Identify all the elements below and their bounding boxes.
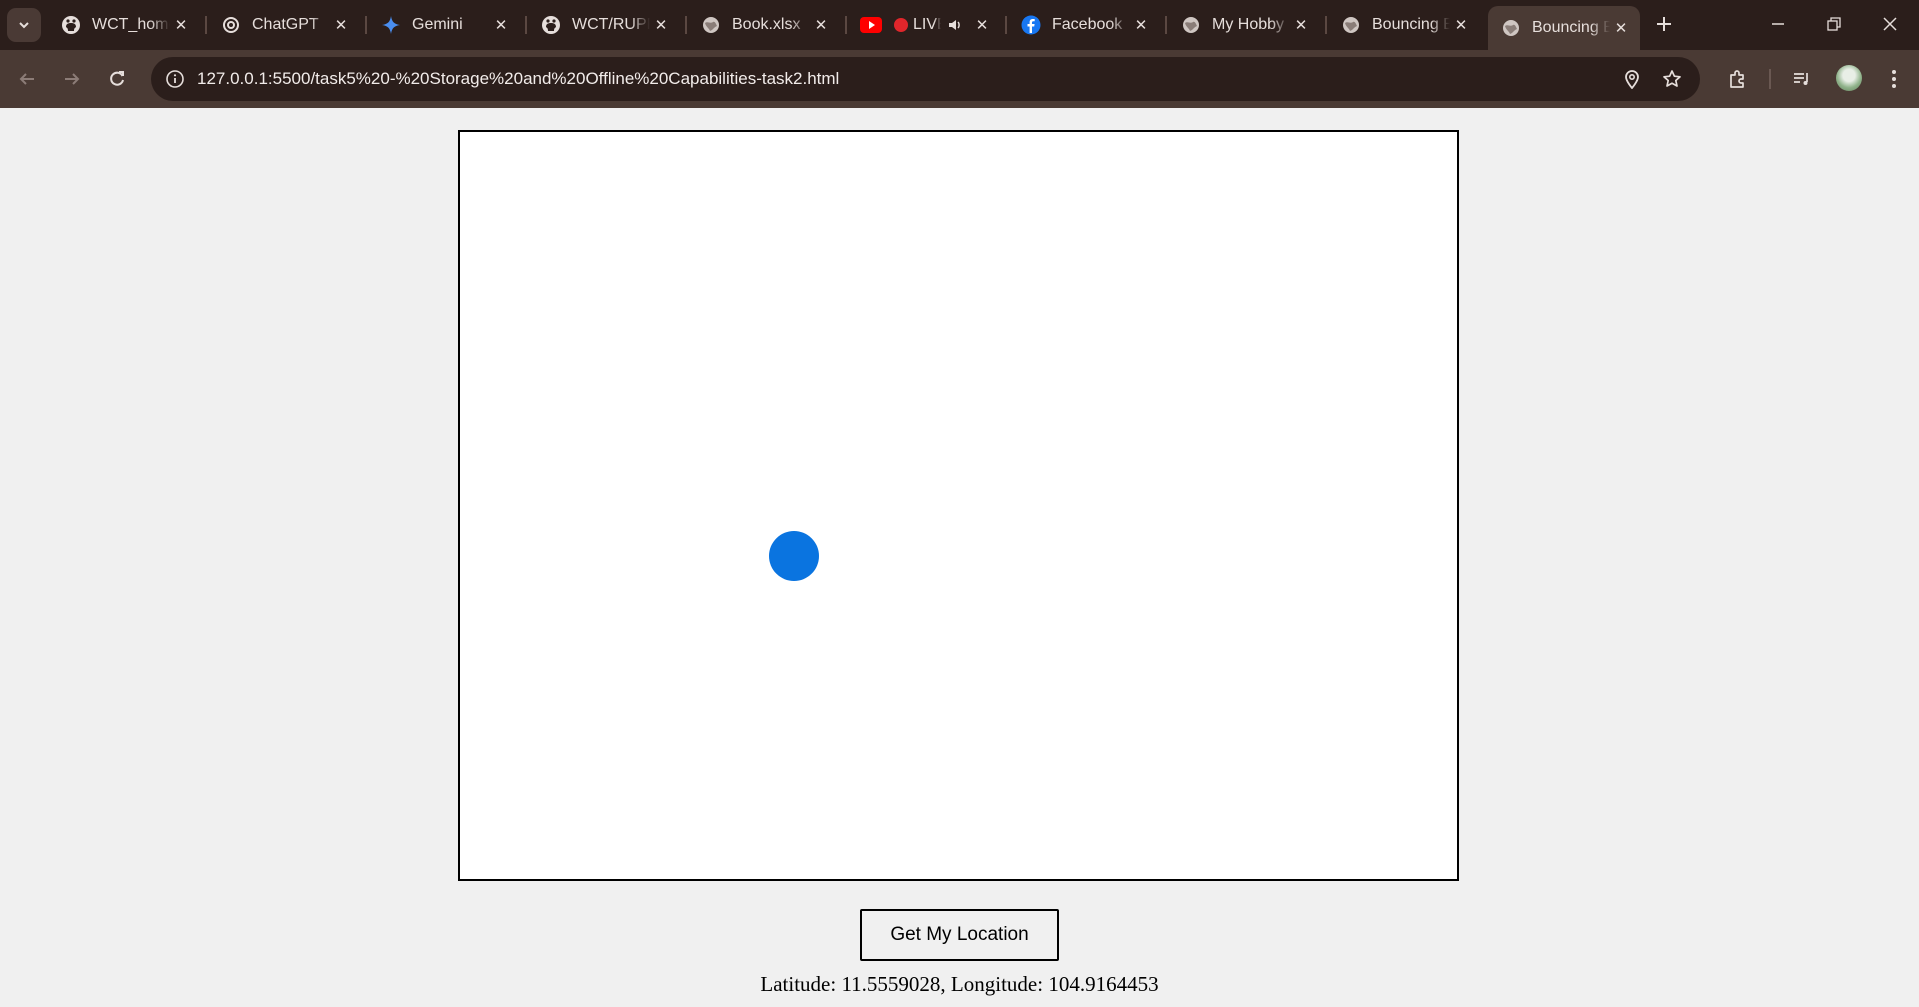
new-tab-button[interactable]	[1649, 9, 1679, 39]
close-icon[interactable]: ✕	[490, 14, 512, 36]
tab-facebook[interactable]: Facebook ✕	[1008, 6, 1160, 44]
chatgpt-icon	[220, 14, 242, 36]
tab-title: ChatGPT	[252, 16, 319, 33]
minimize-icon	[1772, 23, 1784, 25]
forward-button[interactable]	[55, 62, 89, 96]
browser-toolbar: 127.0.0.1:5500/task5%20-%20Storage%20and…	[0, 50, 1919, 108]
bookmark-star-icon[interactable]	[1656, 63, 1688, 95]
window-close-button[interactable]	[1862, 0, 1918, 48]
url-text[interactable]: 127.0.0.1:5500/task5%20-%20Storage%20and…	[197, 57, 839, 101]
location-pin-icon[interactable]	[1616, 63, 1648, 95]
recording-dot-icon	[894, 18, 908, 32]
extensions-icon[interactable]	[1720, 62, 1754, 96]
address-bar[interactable]: 127.0.0.1:5500/task5%20-%20Storage%20and…	[151, 57, 1700, 101]
tab-separator	[1165, 16, 1167, 34]
globe-icon	[1180, 14, 1202, 36]
get-location-button[interactable]: Get My Location	[860, 909, 1059, 961]
plus-icon	[1657, 17, 1671, 31]
youtube-icon	[860, 14, 882, 36]
close-icon[interactable]: ✕	[1130, 14, 1152, 36]
coordinates-text: Latitude: 11.5559028, Longitude: 104.916…	[760, 972, 1159, 996]
tab-title: Book.xlsx	[732, 16, 801, 33]
profile-avatar[interactable]	[1836, 65, 1862, 91]
bouncing-ball-canvas[interactable]	[458, 130, 1459, 881]
tab-search-button[interactable]	[7, 8, 41, 42]
tab-separator	[1325, 16, 1327, 34]
close-icon[interactable]: ✕	[1610, 17, 1632, 39]
tab-title: LIVE	[913, 16, 941, 33]
facebook-icon	[1020, 14, 1042, 36]
tab-strip: WCT_home ✕ ChatGPT ✕ Gemini ✕ WCT/RUPP ✕…	[0, 0, 1919, 50]
close-icon	[1883, 17, 1897, 31]
reload-icon	[110, 71, 124, 86]
tab-wct-rupp[interactable]: WCT/RUPP ✕	[528, 6, 680, 44]
reload-button[interactable]	[100, 62, 134, 96]
tab-my-hobby[interactable]: My Hobby ✕	[1168, 6, 1320, 44]
globe-icon	[1500, 17, 1522, 39]
tab-chatgpt[interactable]: ChatGPT ✕	[208, 6, 360, 44]
restore-button[interactable]	[1806, 0, 1862, 48]
tab-title: Gemini	[412, 16, 463, 33]
tab-wct-home[interactable]: WCT_home ✕	[48, 6, 200, 44]
github-icon	[540, 14, 562, 36]
close-icon[interactable]: ✕	[1290, 14, 1312, 36]
tab-separator	[845, 16, 847, 34]
tab-title: WCT_home	[92, 16, 170, 33]
tab-youtube-live[interactable]: LIVE ✕	[848, 6, 1000, 44]
minimize-button[interactable]	[1750, 0, 1806, 48]
tab-book-xlsx[interactable]: Book.xlsx ✕	[688, 6, 840, 44]
chevron-down-icon	[19, 22, 29, 29]
tab-title: Bouncing Ball	[1372, 16, 1450, 33]
tab-gemini[interactable]: Gemini ✕	[368, 6, 520, 44]
tab-title: WCT/RUPP	[572, 16, 650, 33]
tab-separator	[525, 16, 527, 34]
close-icon[interactable]: ✕	[971, 14, 993, 36]
github-icon	[60, 14, 82, 36]
more-menu-icon[interactable]	[1877, 62, 1911, 96]
tab-separator	[365, 16, 367, 34]
arrow-right-icon	[65, 73, 80, 85]
arrow-left-icon	[19, 73, 34, 85]
tab-separator	[1005, 16, 1007, 34]
tab-title: Bouncing Ball	[1532, 19, 1610, 36]
gemini-icon	[380, 14, 402, 36]
site-info-icon[interactable]	[159, 63, 191, 95]
tab-separator	[685, 16, 687, 34]
back-button[interactable]	[10, 62, 44, 96]
close-icon[interactable]: ✕	[330, 14, 352, 36]
globe-icon	[700, 14, 722, 36]
tab-separator	[205, 16, 207, 34]
tab-title: Facebook	[1052, 16, 1123, 33]
media-control-icon[interactable]	[1785, 62, 1819, 96]
globe-icon	[1340, 14, 1362, 36]
tab-bouncing-ball-active[interactable]: Bouncing Ball ✕	[1488, 6, 1640, 50]
close-icon[interactable]: ✕	[170, 14, 192, 36]
bouncing-ball	[769, 531, 819, 581]
close-icon[interactable]: ✕	[650, 14, 672, 36]
close-icon[interactable]: ✕	[810, 14, 832, 36]
tab-title: My Hobby	[1212, 16, 1285, 33]
close-icon[interactable]: ✕	[1450, 14, 1472, 36]
restore-icon	[1827, 17, 1841, 31]
toolbar-separator	[1769, 69, 1771, 89]
speaker-icon[interactable]	[947, 14, 963, 36]
tab-bouncing-ball[interactable]: Bouncing Ball ✕	[1328, 6, 1480, 44]
